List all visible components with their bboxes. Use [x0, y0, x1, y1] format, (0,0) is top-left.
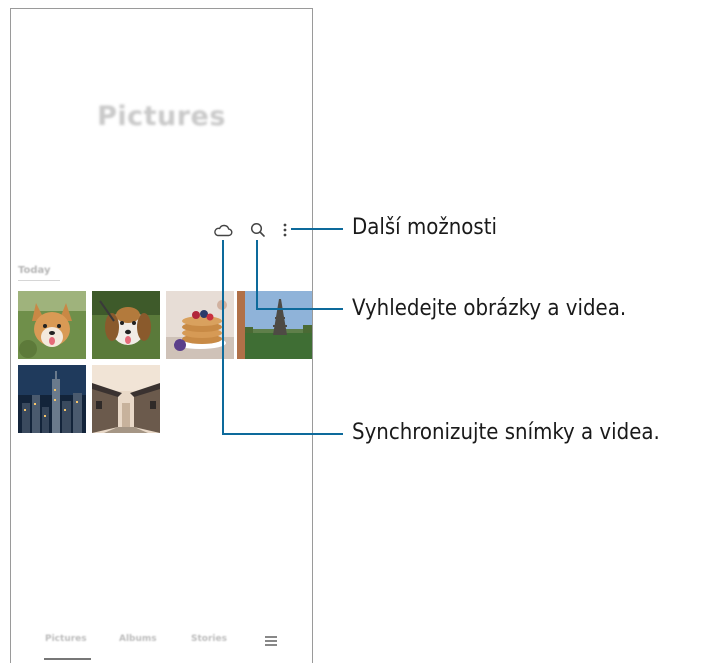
menu-icon[interactable] [263, 633, 279, 647]
tab-pictures[interactable]: Pictures [45, 634, 87, 644]
section-label-today: Today [18, 265, 51, 276]
callout-line-sync-vertical [222, 240, 224, 435]
callout-line-search-vertical [256, 240, 258, 310]
search-icon[interactable] [247, 219, 269, 241]
city-night-photo[interactable] [18, 365, 86, 433]
active-tab-indicator [44, 658, 91, 660]
tab-albums[interactable]: Albums [119, 634, 157, 644]
section-divider [18, 280, 60, 281]
callout-more-options: Další možnosti [352, 215, 497, 240]
corgi-photo[interactable] [18, 291, 86, 359]
cloud-icon[interactable] [212, 219, 234, 241]
eiffel-tower-photo[interactable] [237, 291, 312, 359]
phone-screen: Pictures Today Pictures Albums Stories [10, 8, 313, 663]
village-street-photo[interactable] [92, 365, 160, 433]
callout-line-search [256, 308, 343, 310]
page-title: Pictures [97, 101, 226, 132]
beagle-photo[interactable] [92, 291, 160, 359]
callout-line-sync [222, 433, 343, 435]
tab-stories[interactable]: Stories [191, 634, 227, 644]
callout-line-more-options [291, 228, 343, 230]
callout-sync: Synchronizujte snímky a videa. [352, 420, 660, 445]
callout-search: Vyhledejte obrázky a videa. [352, 296, 627, 321]
more-options-icon[interactable] [277, 219, 293, 241]
